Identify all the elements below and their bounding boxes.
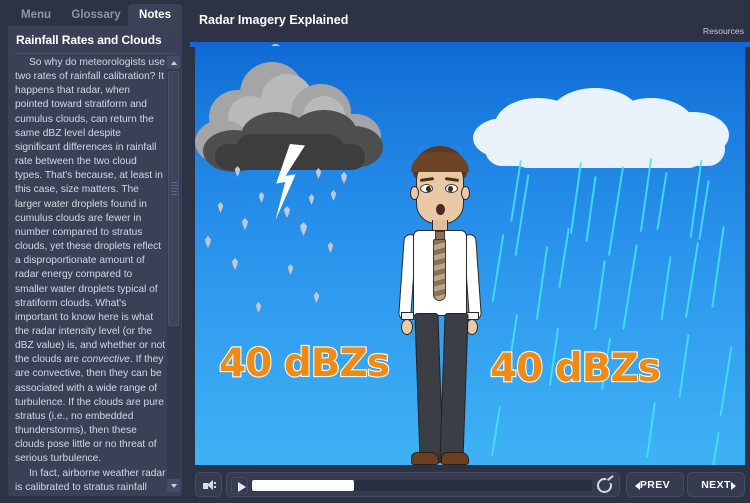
notes-panel: Rainfall Rates and Clouds So why do mete… [8,26,182,496]
play-icon [238,481,246,492]
notes-p1-part-a: So why do meteorologists use two rates o… [15,57,166,366]
caret-down-icon[interactable] [167,479,180,492]
player-controls: PREV NEXT [190,466,750,503]
progress-fill [252,480,354,491]
dbz-label-right: 40 dBZs [489,345,662,392]
tab-menu[interactable]: Menu [8,4,64,26]
notes-title: Rainfall Rates and Clouds [16,33,162,47]
tab-glossary[interactable]: Glossary [64,4,128,26]
scrollbar-thumb[interactable] [168,71,179,326]
sidebar: Menu Glossary Notes Rainfall Rates and C… [0,0,190,503]
caret-up-icon[interactable] [167,56,180,69]
notes-body-text: So why do meteorologists use two rates o… [15,56,166,492]
tab-notes[interactable]: Notes [128,4,182,26]
volume-icon [203,480,217,491]
notes-p1-italic-term: convective [81,354,130,366]
progress-track[interactable] [252,480,592,491]
cartoon-man-character [385,146,495,465]
dbz-label-left: 40 dBZs [218,340,391,387]
chevron-right-icon [731,482,736,490]
main-content: Radar Imagery Explained Resources 40 dBZ… [190,0,750,503]
tab-notes-label: Notes [139,9,171,21]
divider [15,53,175,54]
playback-bar [226,472,620,497]
next-button[interactable]: NEXT [687,472,745,497]
notes-scrollbar[interactable] [167,56,180,492]
page-title: Radar Imagery Explained [199,13,349,27]
course-player-window: Menu Glossary Notes Rainfall Rates and C… [0,0,750,503]
notes-p1-part-b: . If they are convective, then they can … [15,354,164,465]
sidebar-tabbar: Menu Glossary Notes [0,0,190,26]
tab-menu-label: Menu [20,9,52,21]
scrollbar-grip [171,182,178,196]
replay-arrow-icon [607,475,614,482]
notes-paragraph-1: So why do meteorologists use two rates o… [15,56,166,467]
slide-illustration: 40 dBZs 40 dBZs [195,46,745,465]
play-button[interactable] [231,477,248,494]
tab-glossary-label: Glossary [71,9,121,21]
prev-button[interactable]: PREV [626,472,684,497]
prev-button-label: PREV [639,479,671,491]
volume-button[interactable] [195,472,222,497]
header: Radar Imagery Explained Resources [190,0,750,44]
notes-paragraph-2: In fact, airborne weather radar is calib… [15,467,166,492]
resources-link[interactable]: Resources [703,26,744,36]
